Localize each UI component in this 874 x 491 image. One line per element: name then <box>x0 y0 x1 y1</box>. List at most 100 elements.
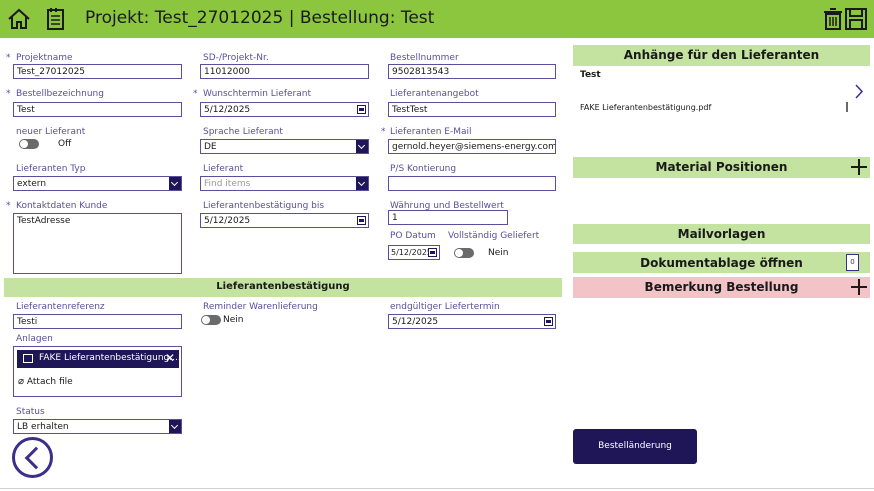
lieferantenangebot-input[interactable]: TestTest <box>388 102 556 117</box>
plus-icon[interactable] <box>851 159 867 175</box>
kontaktdaten-label: Kontaktdaten Kunde <box>16 201 108 211</box>
lieferantenangebot-label: Lieferantenangebot <box>390 89 479 99</box>
referenz-input[interactable]: Testi <box>13 314 182 329</box>
close-icon[interactable]: ✕ <box>165 351 175 365</box>
attach-file-link[interactable]: ⌀ Attach file <box>18 376 73 387</box>
required-marker: * <box>6 201 11 211</box>
bestellnummer-label: Bestellnummer <box>390 53 459 63</box>
po-datum-value: 5/12/2025 <box>391 248 433 257</box>
chevron-down-icon[interactable] <box>356 177 368 190</box>
sprache-value: DE <box>204 142 217 152</box>
bemerkung-header: Bemerkung Bestellung <box>573 277 870 298</box>
anhaenge-title: Anhänge für den Lieferanten <box>623 48 820 62</box>
vollstaendig-value: Nein <box>488 248 509 258</box>
anlagen-attachments: FAKE Lieferantenbestätigung.... ✕ ⌀ Atta… <box>13 346 182 397</box>
sprache-label: Sprache Lieferant <box>203 127 283 137</box>
vollstaendig-toggle[interactable] <box>454 248 474 258</box>
section-title: Lieferantenbestätigung <box>216 281 350 292</box>
paperclip-icon: ⌀ <box>18 376 25 387</box>
sd-projekt-input[interactable]: 11012000 <box>200 64 369 79</box>
calendar-icon[interactable] <box>357 216 366 225</box>
bestaetigung-bis-value: 5/12/2025 <box>204 216 251 226</box>
material-header: Material Positionen <box>573 157 870 178</box>
po-datum-label: PO Datum <box>390 231 436 241</box>
required-marker: * <box>193 89 198 99</box>
lieferant-placeholder: Find items <box>204 179 251 189</box>
status-dropdown[interactable]: LB erhalten <box>13 419 182 434</box>
bestellaenderung-button[interactable]: Bestelländerung <box>573 429 697 464</box>
dokumentablage-title: Dokumentablage öffnen <box>640 256 803 270</box>
attach-file-label: Attach file <box>26 377 73 387</box>
bestaetigung-bis-datepicker[interactable]: 5/12/2025 <box>200 213 369 228</box>
calendar-icon[interactable] <box>357 105 366 114</box>
wunschtermin-datepicker[interactable]: 5/12/2025 <box>200 102 369 117</box>
material-title: Material Positionen <box>655 160 788 174</box>
neuer-lieferant-value: Off <box>58 139 72 149</box>
scrollbar[interactable] <box>846 102 848 112</box>
projektname-label: Projektname <box>16 53 73 63</box>
lieferanten-typ-label: Lieferanten Typ <box>16 164 86 174</box>
attachment-filename: FAKE Lieferantenbestätigung.... <box>39 353 181 363</box>
home-icon[interactable] <box>6 6 32 32</box>
mailvorlagen-title: Mailvorlagen <box>677 227 766 241</box>
required-marker: * <box>6 53 11 63</box>
plus-icon[interactable] <box>851 279 867 295</box>
lieferanten-typ-dropdown[interactable]: extern <box>13 176 182 191</box>
chevron-down-icon[interactable] <box>169 420 181 433</box>
calendar-icon[interactable] <box>544 317 553 326</box>
anhaenge-file[interactable]: FAKE Lieferantenbestätigung.pdf <box>580 103 711 112</box>
back-arrow-icon[interactable] <box>12 437 53 478</box>
email-label: Lieferanten E-Mail <box>390 127 472 137</box>
ps-kontierung-input[interactable] <box>388 176 556 191</box>
sd-projekt-label: SD-/Projekt-Nr. <box>203 53 269 63</box>
divider <box>0 488 874 489</box>
reminder-toggle[interactable] <box>201 315 221 325</box>
sprache-dropdown[interactable]: DE <box>200 139 369 154</box>
lieferanten-typ-value: extern <box>17 179 47 189</box>
vollstaendig-label: Vollständig Geliefert <box>448 231 540 241</box>
po-datum-datepicker[interactable]: 5/12/2025 <box>388 245 440 260</box>
bemerkung-title: Bemerkung Bestellung <box>644 280 799 294</box>
save-icon[interactable] <box>843 6 869 32</box>
wunschtermin-label: Wunschtermin Lieferant <box>203 89 311 99</box>
liefertermin-label: endgültiger Liefertermin <box>390 302 500 312</box>
attachment-chip[interactable]: FAKE Lieferantenbestätigung.... ✕ <box>17 350 181 368</box>
anhaenge-subtitle: Test <box>580 70 601 80</box>
document-icon <box>23 354 33 363</box>
dokumentablage-header[interactable]: Dokumentablage öffnen 0 <box>573 252 870 273</box>
neuer-lieferant-toggle[interactable] <box>19 139 39 149</box>
lieferant-combobox[interactable]: Find items <box>200 176 369 191</box>
dokument-count: 0 <box>850 258 855 266</box>
bestellnummer-input[interactable]: 9502813543 <box>388 64 556 79</box>
status-label: Status <box>16 407 45 417</box>
bestellbezeichnung-input[interactable]: Test <box>13 102 182 117</box>
projektname-input[interactable]: Test_27012025 <box>13 64 182 79</box>
chevron-down-icon[interactable] <box>356 140 368 153</box>
chevron-down-icon[interactable] <box>169 177 181 190</box>
email-input[interactable]: gernold.heyer@siemens-energy.com <box>388 139 556 154</box>
lieferant-label: Lieferant <box>203 164 244 174</box>
wunschtermin-value: 5/12/2025 <box>204 105 251 115</box>
calendar-icon[interactable] <box>428 248 437 257</box>
app-header: Projekt: Test_27012025 | Bestellung: Tes… <box>0 0 874 38</box>
reminder-label: Reminder Warenlieferung <box>203 302 318 312</box>
liefertermin-datepicker[interactable]: 5/12/2025 <box>388 314 556 329</box>
neuer-lieferant-label: neuer Lieferant <box>16 127 86 137</box>
required-marker: * <box>6 89 11 99</box>
mailvorlagen-header[interactable]: Mailvorlagen <box>573 224 870 244</box>
document-icon: 0 <box>846 254 859 271</box>
bestellbezeichnung-label: Bestellbezeichnung <box>16 89 104 99</box>
page-title: Projekt: Test_27012025 | Bestellung: Tes… <box>85 8 435 28</box>
bestaetigung-bis-label: Lieferantenbestätigung bis <box>203 201 325 211</box>
lieferantenbestaetigung-header: Lieferantenbestätigung <box>4 278 562 297</box>
required-marker: * <box>381 127 386 137</box>
status-value: LB erhalten <box>17 422 69 432</box>
chevron-right-icon[interactable] <box>854 84 864 99</box>
waehrung-input[interactable]: 1 <box>388 210 508 225</box>
liefertermin-value: 5/12/2025 <box>392 317 439 327</box>
reminder-value: Nein <box>223 315 244 325</box>
notepad-icon[interactable] <box>43 6 69 32</box>
kontaktdaten-textarea[interactable]: TestAdresse <box>13 213 182 274</box>
anhaenge-header: Anhänge für den Lieferanten <box>573 45 870 66</box>
anlagen-label: Anlagen <box>16 334 53 344</box>
